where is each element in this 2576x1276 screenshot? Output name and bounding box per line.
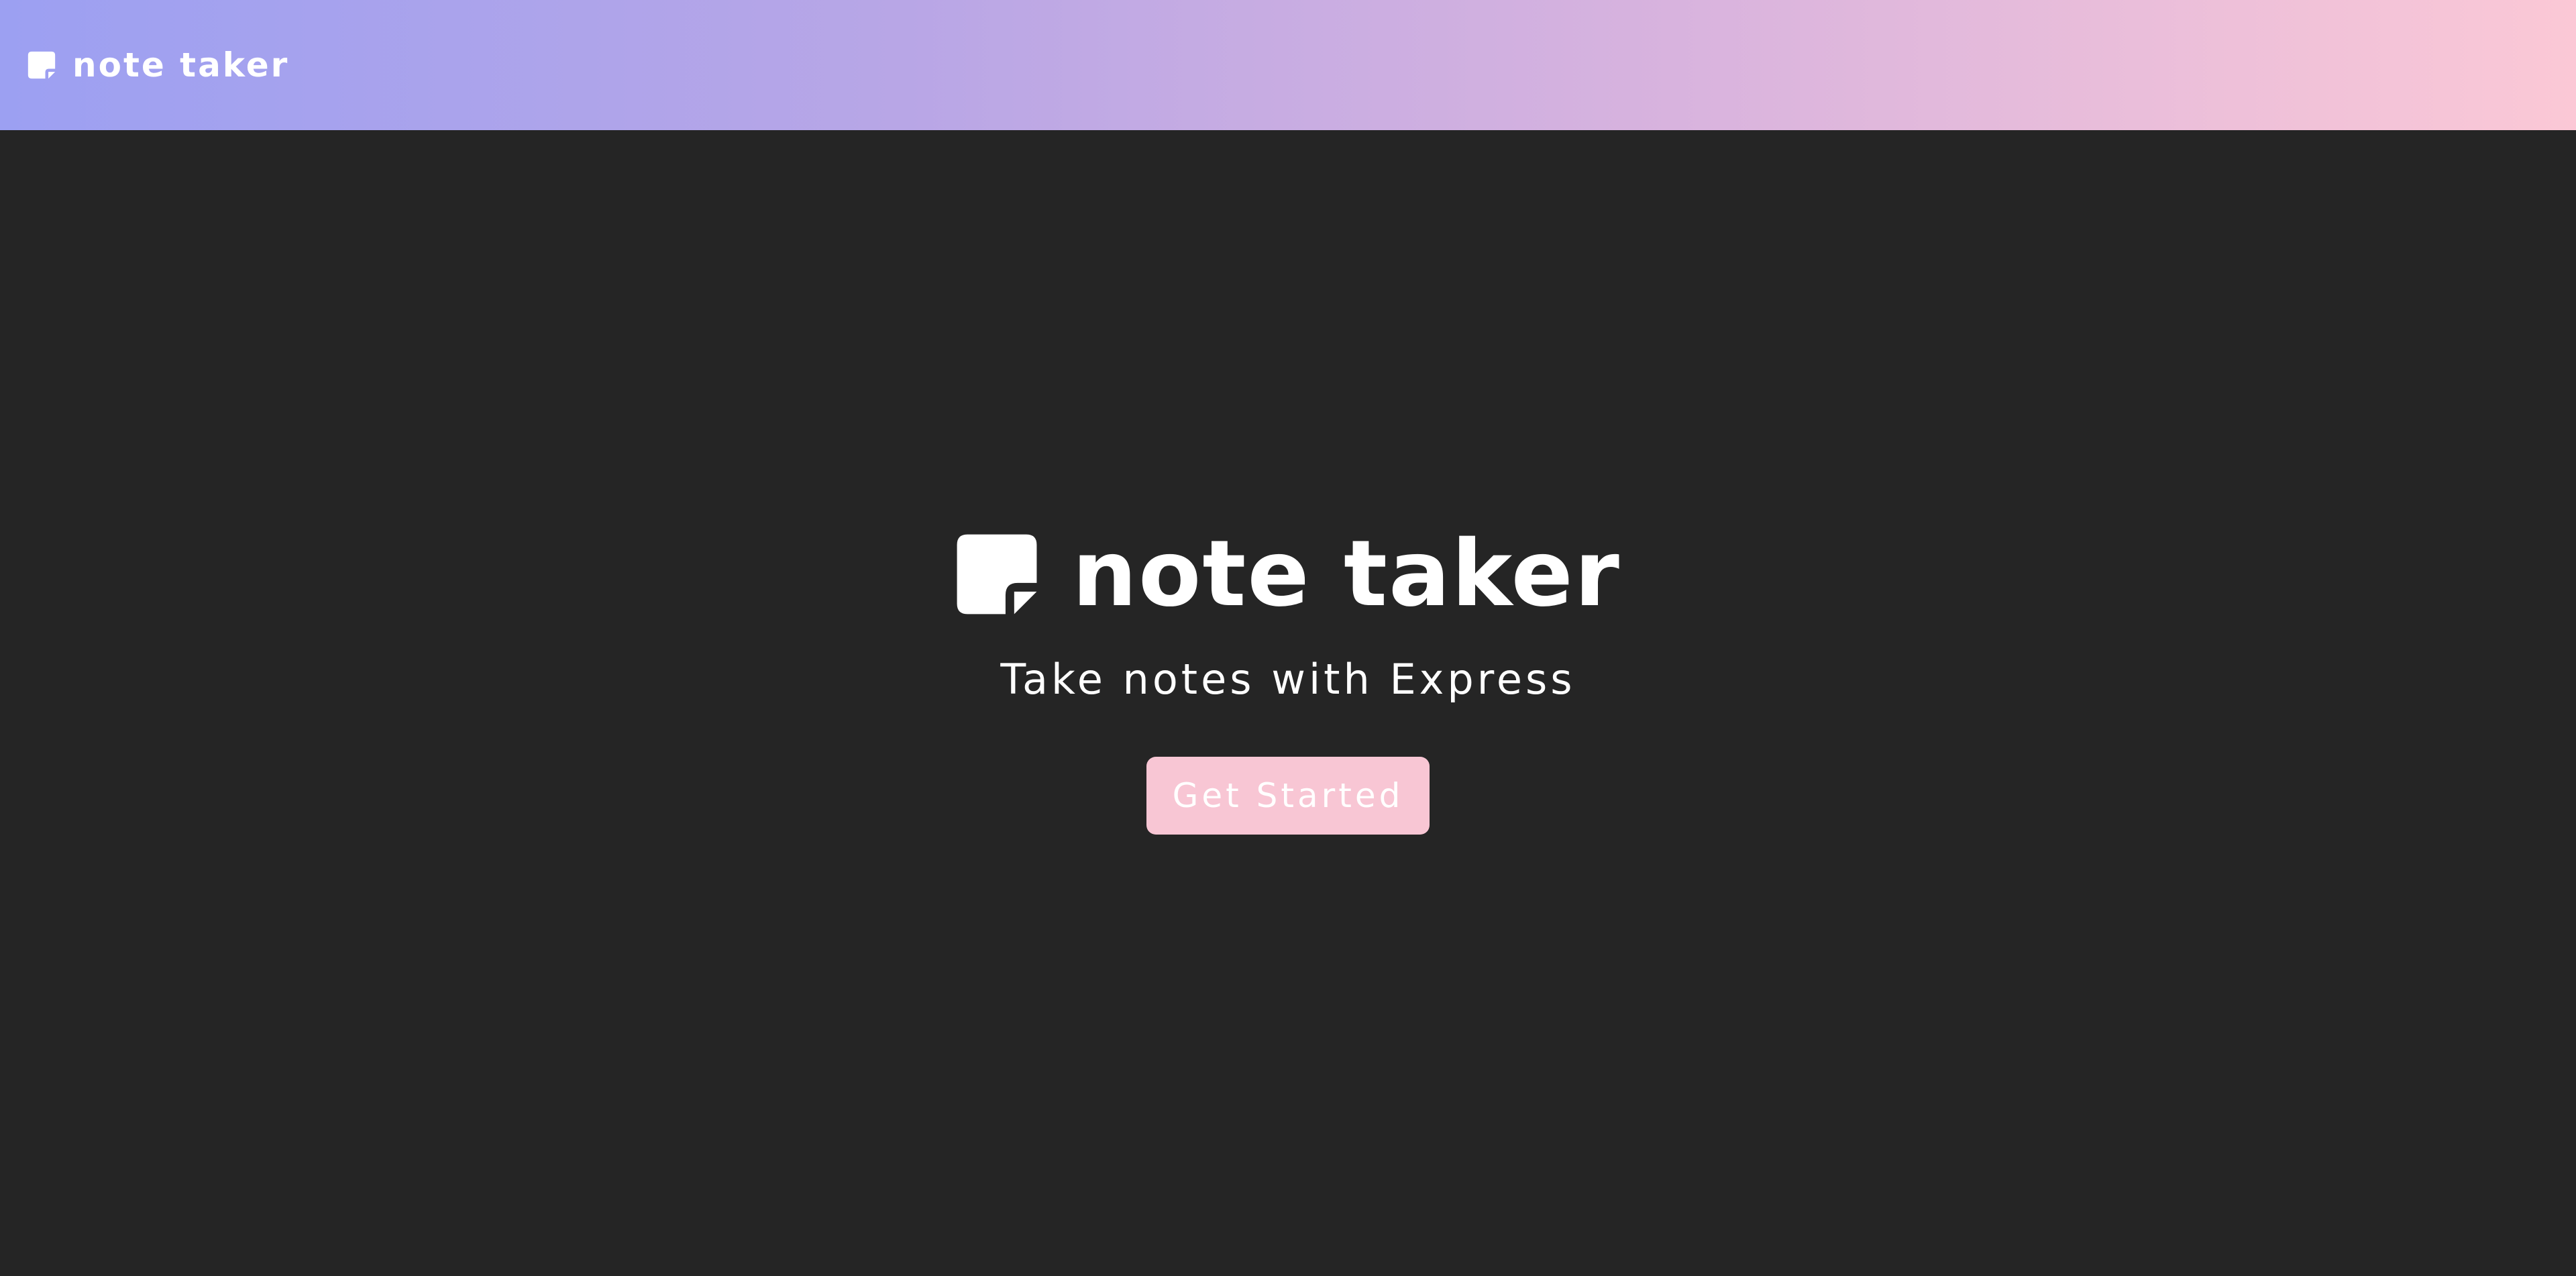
sticky-note-icon (28, 51, 56, 79)
hero-section: note taker Take notes with Express Get S… (0, 130, 2576, 1276)
top-navbar: note taker (0, 0, 2576, 130)
hero-title-text: note taker (1072, 521, 1621, 627)
sticky-note-icon (957, 534, 1037, 615)
hero-title: note taker (955, 521, 1621, 627)
get-started-button[interactable]: Get Started (1146, 757, 1430, 835)
hero-subtitle: Take notes with Express (1000, 655, 1576, 704)
nav-brand-label: note taker (72, 46, 290, 85)
nav-brand-link[interactable]: note taker (27, 46, 289, 85)
